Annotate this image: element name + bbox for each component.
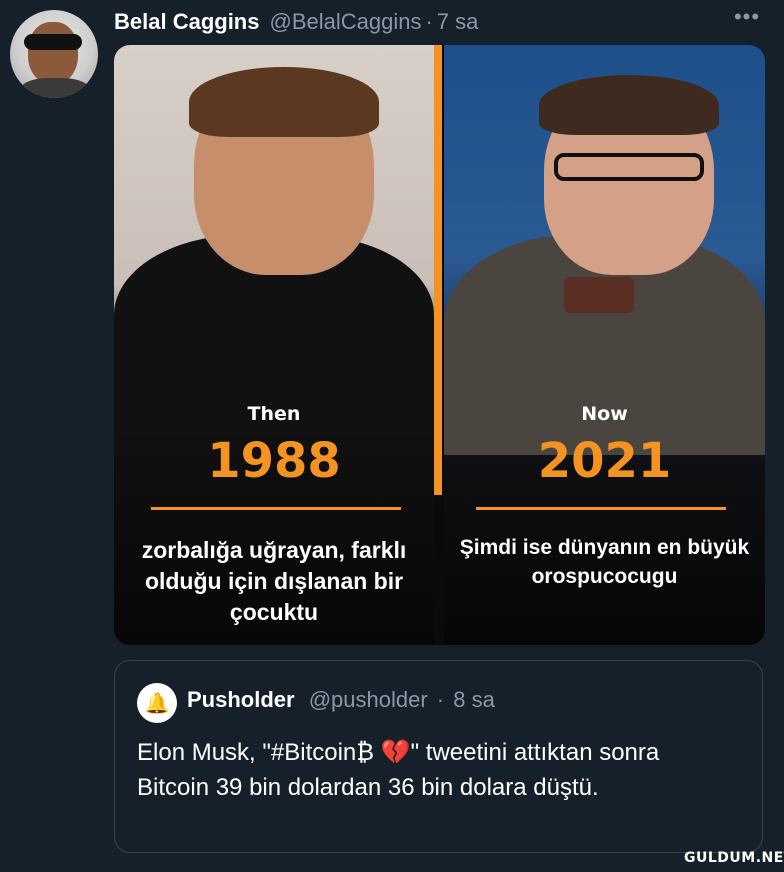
avatar-sunglasses (24, 34, 82, 50)
author-handle[interactable]: @BelalCaggins (269, 9, 421, 35)
adult-person-hair (539, 75, 719, 135)
avatar-face (28, 22, 78, 84)
young-person-hair (189, 67, 379, 137)
tweet-timestamp[interactable]: 7 sa (437, 9, 479, 35)
eyeglasses (554, 153, 704, 181)
then-underline (151, 507, 401, 510)
now-year: 2021 (537, 433, 672, 489)
tweet-media-image[interactable]: Then Now 1988 2021 zorbalığa uğrayan, fa… (114, 45, 765, 645)
quoted-author-name[interactable]: Pusholder (187, 687, 295, 712)
bow-tie (564, 277, 634, 313)
author-avatar[interactable] (10, 10, 98, 98)
then-year: 1988 (207, 433, 341, 489)
panel-divider (434, 45, 442, 495)
quoted-tweet-header: Pusholder @pusholder · 8 sa (187, 687, 495, 713)
avatar-shirt (20, 78, 90, 98)
now-label: Now (581, 403, 628, 425)
quoted-author-handle[interactable]: @pusholder (309, 687, 428, 712)
quoted-header-separator: · (436, 687, 445, 712)
then-caption: zorbalığa uğrayan, farklı olduğu için dı… (141, 537, 407, 625)
author-name[interactable]: Belal Caggins (114, 9, 259, 35)
tweet-header: Belal Caggins @BelalCaggins · 7 sa (114, 6, 478, 38)
quoted-tweet-text: Elon Musk, "#Bitcoin₿ 💔" tweetini attıkt… (137, 739, 660, 801)
bell-icon[interactable]: 🔔 (137, 683, 177, 723)
quoted-tweet-timestamp[interactable]: 8 sa (453, 687, 495, 712)
header-separator: · (425, 9, 433, 34)
watermark: GULDUM.NET (684, 850, 784, 866)
more-options-icon[interactable]: ••• (730, 6, 764, 34)
now-underline (476, 507, 726, 510)
then-label: Then (247, 403, 301, 425)
quoted-tweet[interactable]: 🔔 Pusholder @pusholder · 8 sa Elon Musk,… (114, 660, 763, 853)
now-caption: Şimdi ise dünyanın en büyük orospucocugu (459, 536, 750, 588)
